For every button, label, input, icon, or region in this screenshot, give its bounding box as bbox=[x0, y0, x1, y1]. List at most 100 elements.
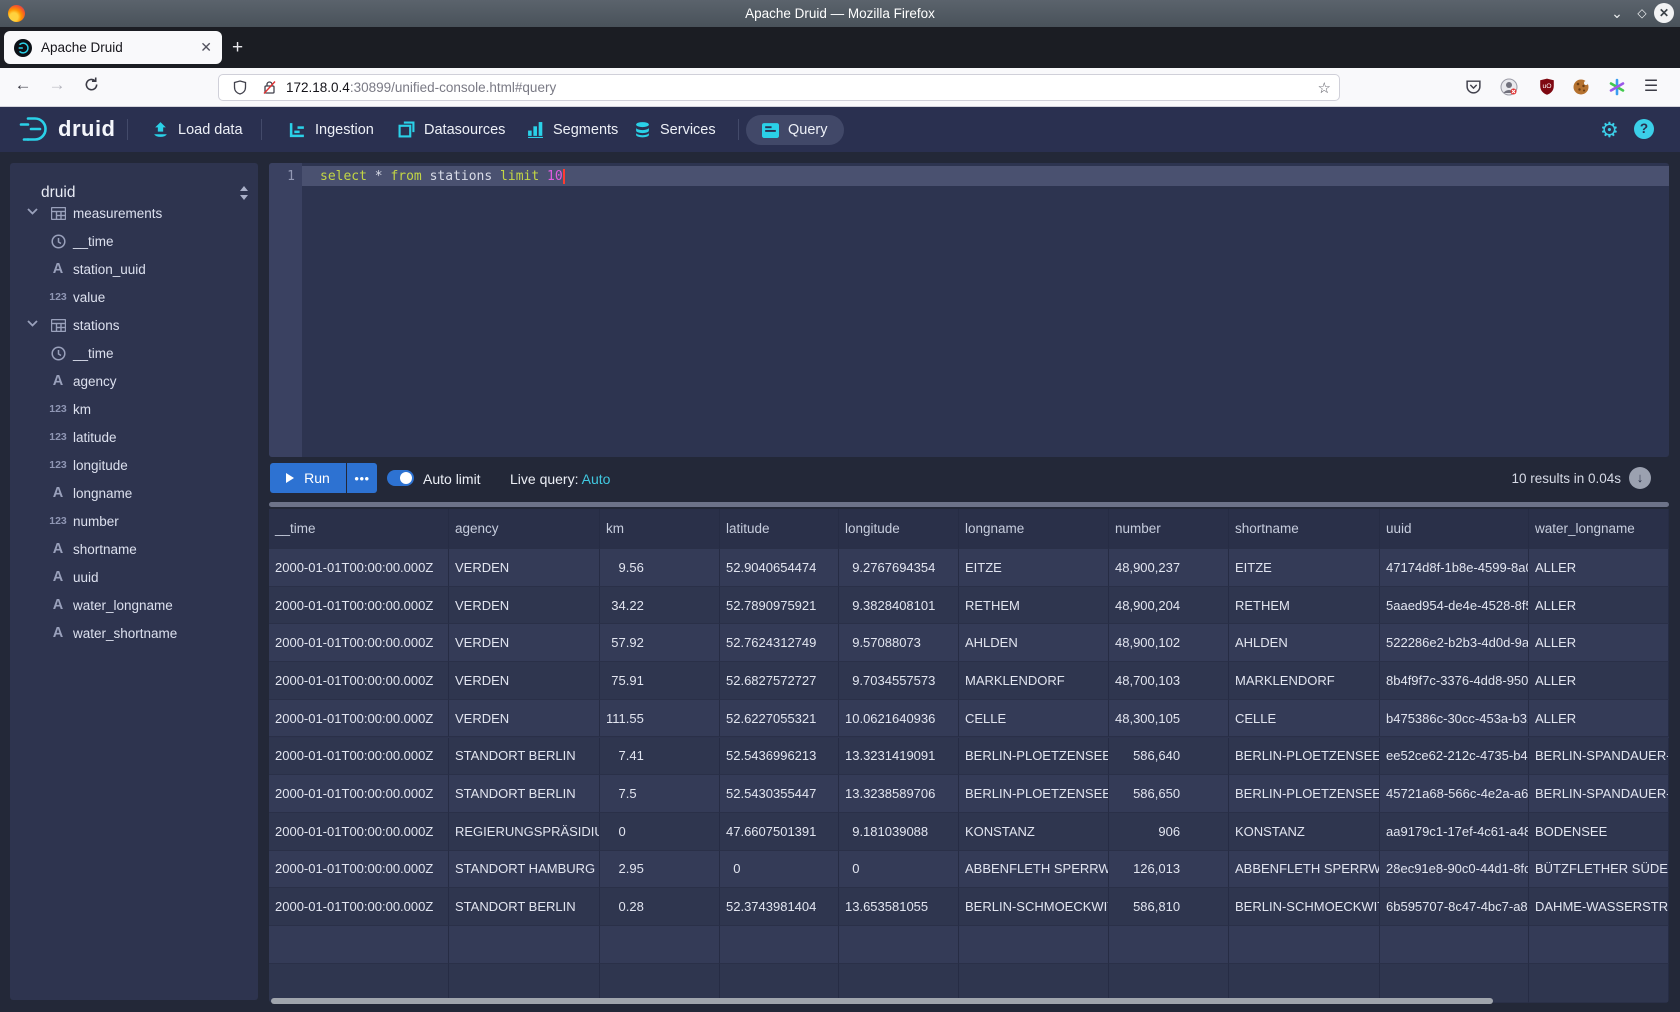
sidebar-table-stations[interactable]: stations bbox=[10, 311, 258, 339]
cell-uuid[interactable]: b475386c-30cc-453a-b31b2 bbox=[1380, 700, 1529, 738]
cell-km[interactable]: 0.28 bbox=[600, 888, 720, 926]
table-row[interactable]: 2000-01-01T00:00:00.000ZSTANDORT BERLIN7… bbox=[269, 775, 1669, 813]
cell-agency[interactable]: REGIERUNGSPRÄSIDIUM TÜBINGEN bbox=[449, 813, 600, 851]
cell-water_longname[interactable]: BERLIN-SPANDAUER-SCHIFFFAHRTSKANAL bbox=[1529, 775, 1669, 813]
sidebar-column-number[interactable]: 123number bbox=[10, 507, 258, 535]
sidebar-column-water_longname[interactable]: Awater_longname bbox=[10, 591, 258, 619]
sidebar-column-agency[interactable]: Aagency bbox=[10, 367, 258, 395]
cell-km[interactable]: 75.91 bbox=[600, 662, 720, 700]
cell-shortname[interactable]: BERLIN-SCHMOECKWITZ bbox=[1229, 888, 1380, 926]
cell-number[interactable]: 48,300,105 bbox=[1109, 700, 1229, 738]
menu-hamburger-icon[interactable]: ☰ bbox=[1640, 76, 1662, 98]
window-close-button[interactable]: ✕ bbox=[1654, 3, 1674, 23]
cell-uuid[interactable]: aa9179c1-17ef-4c61-a482b bbox=[1380, 813, 1529, 851]
cell-__time[interactable]: 2000-01-01T00:00:00.000Z bbox=[269, 549, 449, 587]
cell-water_longname[interactable]: BERLIN-SPANDAUER-SCHIFFFAHRTSKANAL bbox=[1529, 738, 1669, 776]
cell-longname[interactable]: CELLE bbox=[959, 700, 1109, 738]
cell-shortname[interactable]: BERLIN-PLOETZENSEE UP bbox=[1229, 775, 1380, 813]
bookmark-star-icon[interactable]: ☆ bbox=[1318, 79, 1331, 97]
cell-longitude[interactable]: 9.2767694354 bbox=[839, 549, 959, 587]
cell-__time[interactable]: 2000-01-01T00:00:00.000Z bbox=[269, 851, 449, 889]
sidebar-column-longname[interactable]: Alongname bbox=[10, 479, 258, 507]
cell-latitude[interactable]: 52.7624312749 bbox=[720, 624, 839, 662]
column-header-water_longname[interactable]: water_longname bbox=[1529, 509, 1669, 549]
column-header-longitude[interactable]: longitude bbox=[839, 509, 959, 549]
run-more-button[interactable]: ••• bbox=[347, 463, 377, 493]
live-query[interactable]: Live query: Auto bbox=[510, 471, 610, 487]
table-row[interactable]: 2000-01-01T00:00:00.000ZSTANDORT BERLIN0… bbox=[269, 888, 1669, 926]
cell-uuid[interactable]: 28ec91e8-90c0-44d1-8fc6a bbox=[1380, 851, 1529, 889]
nav-load-data[interactable]: Load data bbox=[152, 107, 243, 152]
column-header-uuid[interactable]: uuid bbox=[1380, 509, 1529, 549]
cell-km[interactable]: 9.56 bbox=[600, 549, 720, 587]
sidebar-column-uuid[interactable]: Auuid bbox=[10, 563, 258, 591]
cell-water_longname[interactable]: BÜTZFLETHER SÜDERELBE bbox=[1529, 851, 1669, 889]
column-header-km[interactable]: km bbox=[600, 509, 720, 549]
cell-agency[interactable]: STANDORT BERLIN bbox=[449, 888, 600, 926]
sidebar-column-station_uuid[interactable]: Astation_uuid bbox=[10, 255, 258, 283]
cell-latitude[interactable]: 52.3743981404 bbox=[720, 888, 839, 926]
nav-query[interactable]: Query bbox=[746, 115, 844, 145]
druid-logo[interactable]: druid bbox=[18, 114, 116, 144]
reload-button[interactable] bbox=[78, 77, 104, 92]
cell-km[interactable]: 7.41 bbox=[600, 738, 720, 776]
nav-ingestion[interactable]: Ingestion bbox=[289, 107, 374, 152]
new-tab-button[interactable]: + bbox=[232, 37, 243, 59]
cell-latitude[interactable]: 52.7890975921 bbox=[720, 587, 839, 625]
cell-shortname[interactable]: CELLE bbox=[1229, 700, 1380, 738]
table-row[interactable]: 2000-01-01T00:00:00.000ZREGIERUNGSPRÄSID… bbox=[269, 813, 1669, 851]
cell-longitude[interactable]: 9.3828408101 bbox=[839, 587, 959, 625]
cell-number[interactable]: 586,650 bbox=[1109, 775, 1229, 813]
cell-__time[interactable]: 2000-01-01T00:00:00.000Z bbox=[269, 813, 449, 851]
cell-uuid[interactable]: 522286e2-b2b3-4d0d-9a3c1 bbox=[1380, 624, 1529, 662]
cell-latitude[interactable]: 52.6827572727 bbox=[720, 662, 839, 700]
cell-shortname[interactable]: ABBENFLETH SPERRWERK BP bbox=[1229, 851, 1380, 889]
cell-longname[interactable]: RETHEM bbox=[959, 587, 1109, 625]
editor-code-line[interactable]: select * from stations limit 10 bbox=[320, 169, 565, 184]
cell-longname[interactable]: ABBENFLETH SPERRWERK BP bbox=[959, 851, 1109, 889]
cell-longname[interactable]: EITZE bbox=[959, 549, 1109, 587]
cell-number[interactable]: 906 bbox=[1109, 813, 1229, 851]
cell-longitude[interactable]: 13.3231419091 bbox=[839, 738, 959, 776]
cell-shortname[interactable]: AHLDEN bbox=[1229, 624, 1380, 662]
cell-km[interactable]: 2.95 bbox=[600, 851, 720, 889]
cell-number[interactable]: 48,700,103 bbox=[1109, 662, 1229, 700]
cell-shortname[interactable]: KONSTANZ bbox=[1229, 813, 1380, 851]
download-results-icon[interactable]: ↓ bbox=[1629, 467, 1651, 489]
cell-km[interactable]: 0 bbox=[600, 813, 720, 851]
table-row[interactable]: 2000-01-01T00:00:00.000ZVERDEN34.2252.78… bbox=[269, 587, 1669, 625]
cell-number[interactable]: 48,900,204 bbox=[1109, 587, 1229, 625]
sidebar-column-shortname[interactable]: Ashortname bbox=[10, 535, 258, 563]
sidebar-column-latitude[interactable]: 123latitude bbox=[10, 423, 258, 451]
cell-longitude[interactable]: 9.57088073 bbox=[839, 624, 959, 662]
table-row[interactable]: 2000-01-01T00:00:00.000ZSTANDORT BERLIN7… bbox=[269, 738, 1669, 776]
cell-__time[interactable]: 2000-01-01T00:00:00.000Z bbox=[269, 624, 449, 662]
cell-__time[interactable]: 2000-01-01T00:00:00.000Z bbox=[269, 738, 449, 776]
cell-longname[interactable]: BERLIN-SCHMOECKWITZ bbox=[959, 888, 1109, 926]
sidebar-column-value[interactable]: 123value bbox=[10, 283, 258, 311]
cell-longitude[interactable]: 13.3238589706 bbox=[839, 775, 959, 813]
cell-water_longname[interactable]: BODENSEE bbox=[1529, 813, 1669, 851]
cell-number[interactable]: 126,013 bbox=[1109, 851, 1229, 889]
nav-segments[interactable]: Segments bbox=[527, 107, 618, 152]
cell-agency[interactable]: VERDEN bbox=[449, 662, 600, 700]
cell-longitude[interactable]: 9.181039088 bbox=[839, 813, 959, 851]
cell-agency[interactable]: STANDORT BERLIN bbox=[449, 775, 600, 813]
cell-uuid[interactable]: 8b4f9f7c-3376-4dd8-950c6 bbox=[1380, 662, 1529, 700]
browser-tab[interactable]: Apache Druid ✕ bbox=[4, 31, 222, 64]
nav-datasources[interactable]: Datasources bbox=[398, 107, 505, 152]
window-minimize-button[interactable]: ⌄ bbox=[1607, 3, 1627, 23]
sidebar-column-water_shortname[interactable]: Awater_shortname bbox=[10, 619, 258, 647]
table-row[interactable]: 2000-01-01T00:00:00.000ZSTANDORT HAMBURG… bbox=[269, 851, 1669, 889]
cell-agency[interactable]: STANDORT BERLIN bbox=[449, 738, 600, 776]
cell-number[interactable]: 586,810 bbox=[1109, 888, 1229, 926]
cell-longitude[interactable]: 13.653581055 bbox=[839, 888, 959, 926]
horizontal-scrollbar[interactable] bbox=[271, 998, 1493, 1004]
cell-water_longname[interactable]: ALLER bbox=[1529, 700, 1669, 738]
table-row[interactable]: 2000-01-01T00:00:00.000ZVERDEN57.9252.76… bbox=[269, 624, 1669, 662]
chevron-down-icon[interactable] bbox=[27, 320, 38, 327]
column-header-longname[interactable]: longname bbox=[959, 509, 1109, 549]
sidebar-column-longitude[interactable]: 123longitude bbox=[10, 451, 258, 479]
cell-longname[interactable]: BERLIN-PLOETZENSEE OP bbox=[959, 738, 1109, 776]
query-editor[interactable]: 1 select * from stations limit 10 bbox=[269, 163, 1669, 457]
